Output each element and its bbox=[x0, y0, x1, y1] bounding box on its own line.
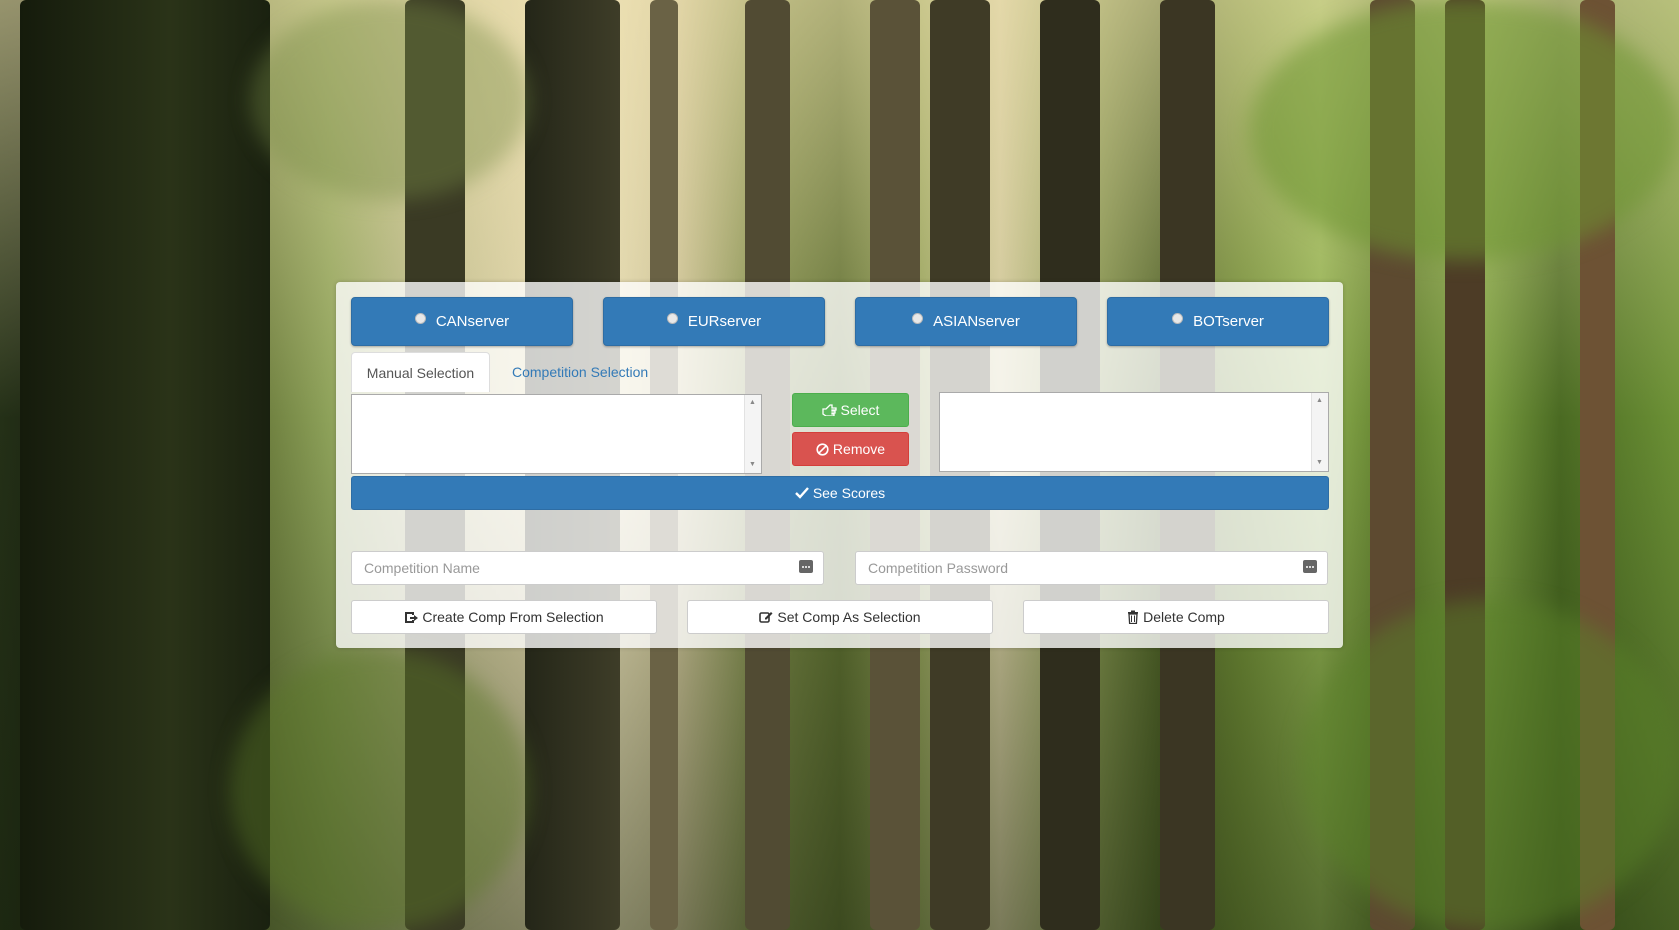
create-comp-label: Create Comp From Selection bbox=[422, 609, 604, 625]
hand-pointer-icon bbox=[821, 404, 837, 416]
remove-button[interactable]: Remove bbox=[792, 432, 909, 466]
key-dots-icon[interactable] bbox=[1303, 560, 1317, 573]
scrollbar[interactable]: ▲ ▼ bbox=[744, 395, 761, 473]
radio-icon[interactable] bbox=[414, 313, 426, 324]
server-button-can[interactable]: CANserver bbox=[351, 297, 573, 346]
scroll-up-icon[interactable]: ▲ bbox=[1316, 397, 1323, 405]
competition-password-input[interactable] bbox=[856, 552, 1327, 584]
create-comp-button[interactable]: Create Comp From Selection bbox=[351, 600, 657, 634]
competition-name-input[interactable] bbox=[352, 552, 823, 584]
set-comp-label: Set Comp As Selection bbox=[777, 609, 921, 625]
see-scores-button[interactable]: See Scores bbox=[351, 476, 1329, 510]
radio-icon[interactable] bbox=[1172, 313, 1184, 324]
server-button-asian[interactable]: ASIANserver bbox=[855, 297, 1077, 346]
select-button[interactable]: Select bbox=[792, 393, 909, 427]
server-label: CANserver bbox=[435, 313, 510, 330]
scrollbar[interactable]: ▲ ▼ bbox=[1311, 393, 1328, 471]
server-label: BOTserver bbox=[1193, 313, 1264, 330]
scroll-down-icon[interactable]: ▼ bbox=[749, 461, 756, 469]
trash-icon bbox=[1127, 610, 1139, 624]
server-button-bot[interactable]: BOTserver bbox=[1107, 297, 1329, 346]
radio-icon[interactable] bbox=[666, 313, 678, 324]
server-button-eur[interactable]: EURserver bbox=[603, 297, 825, 346]
foliage bbox=[230, 650, 530, 930]
competition-name-field[interactable] bbox=[351, 551, 824, 585]
tab-label: Competition Selection bbox=[512, 364, 649, 380]
share-icon bbox=[404, 611, 419, 624]
scroll-up-icon[interactable]: ▲ bbox=[749, 399, 756, 407]
competition-password-field[interactable] bbox=[855, 551, 1328, 585]
server-label: EURserver bbox=[687, 313, 762, 330]
see-scores-label: See Scores bbox=[812, 485, 886, 501]
foliage bbox=[1300, 600, 1679, 930]
set-comp-button[interactable]: Set Comp As Selection bbox=[687, 600, 993, 634]
available-list[interactable]: ▲ ▼ bbox=[351, 394, 762, 474]
server-label: ASIANserver bbox=[933, 313, 1020, 330]
key-dots-icon[interactable] bbox=[799, 560, 813, 573]
check-icon bbox=[794, 487, 809, 499]
radio-icon[interactable] bbox=[912, 313, 924, 324]
tab-label: Manual Selection bbox=[366, 364, 475, 381]
main-panel: CANserver EURserver ASIANserver BOTserve… bbox=[336, 282, 1343, 648]
delete-comp-label: Delete Comp bbox=[1143, 609, 1225, 625]
remove-label: Remove bbox=[832, 441, 886, 457]
tab-manual-selection[interactable]: Manual Selection bbox=[351, 352, 490, 392]
selected-list[interactable]: ▲ ▼ bbox=[939, 392, 1329, 472]
foliage bbox=[250, 0, 530, 200]
tab-competition-selection[interactable]: Competition Selection bbox=[498, 352, 662, 392]
delete-comp-button[interactable]: Delete Comp bbox=[1023, 600, 1329, 634]
select-label: Select bbox=[840, 402, 880, 418]
ban-icon bbox=[816, 442, 829, 456]
foliage bbox=[1250, 0, 1679, 260]
edit-icon bbox=[759, 610, 773, 624]
scroll-down-icon[interactable]: ▼ bbox=[1316, 459, 1323, 467]
